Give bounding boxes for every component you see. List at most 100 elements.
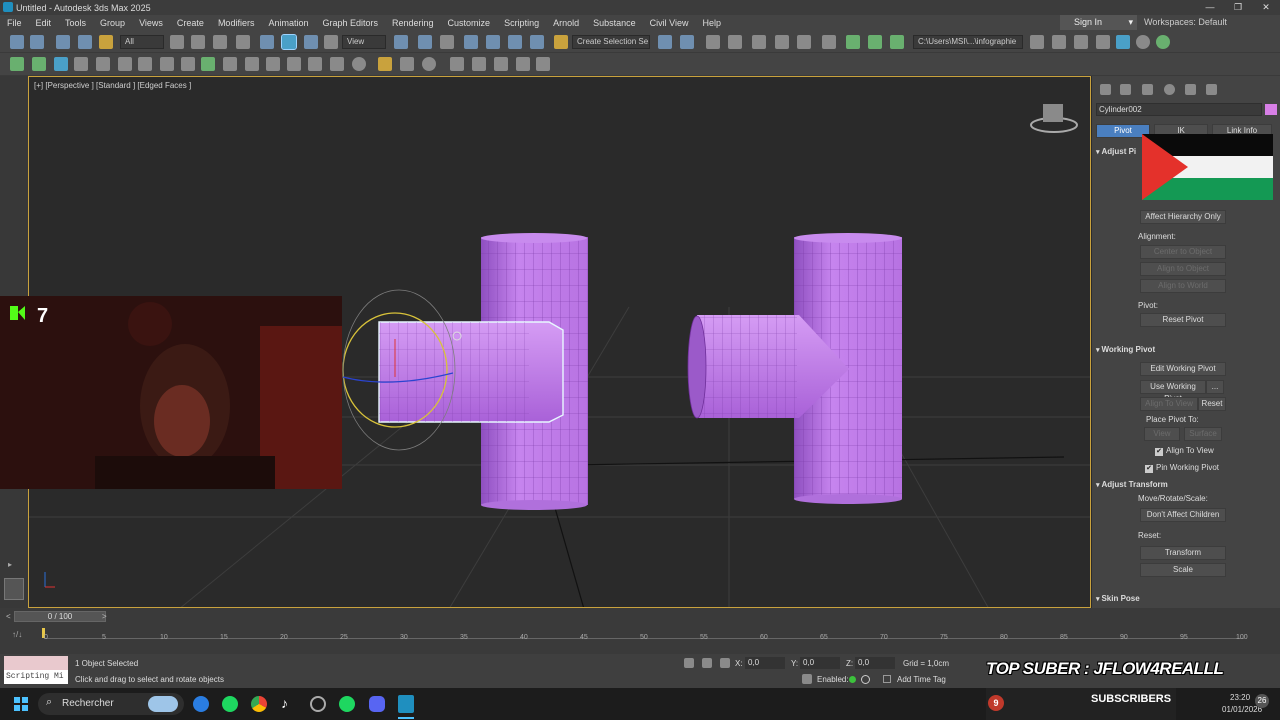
z-coordinate-field[interactable]: 0,0 <box>855 657 895 669</box>
time-slider[interactable]: 0 / 100 <box>14 611 106 622</box>
align-icon[interactable] <box>680 35 694 49</box>
workspaces-dropdown[interactable]: Workspaces: Default <box>1144 15 1227 30</box>
ai-assistant-icon[interactable] <box>1156 35 1170 49</box>
project-folder-dropdown[interactable]: C:\Users\MSI\...\infographie <box>913 35 1023 49</box>
pivot-snap-icon[interactable] <box>450 57 464 71</box>
restore-button[interactable]: ❐ <box>1224 0 1252 15</box>
transform-gizmo-icon[interactable] <box>516 57 530 71</box>
add-time-tag-label[interactable]: Add Time Tag <box>897 675 946 684</box>
display-tab-icon[interactable] <box>1185 84 1196 95</box>
cloth-icon[interactable] <box>378 57 392 71</box>
cone-icon[interactable] <box>96 57 110 71</box>
utilities-tab-icon[interactable] <box>1206 84 1217 95</box>
menu-customize[interactable]: Customize <box>441 18 498 28</box>
menu-group[interactable]: Group <box>93 18 132 28</box>
adaptive-degradation-icon[interactable] <box>802 674 812 684</box>
snaps-toggle-icon[interactable] <box>464 35 478 49</box>
working-pivot-reset-button[interactable]: Reset <box>1198 397 1226 411</box>
sign-in-dropdown[interactable]: Sign In <box>1060 15 1137 30</box>
select-rotate-icon[interactable] <box>281 34 297 50</box>
ribbon-toggle-icon[interactable] <box>752 35 766 49</box>
3ds-max-taskbar-icon[interactable] <box>398 695 414 713</box>
dont-affect-children-button[interactable]: Don't Affect Children <box>1140 508 1226 522</box>
chrome-icon[interactable] <box>251 696 267 712</box>
info-icon[interactable] <box>422 57 436 71</box>
reference-coordinate-dropdown[interactable]: View <box>342 35 386 49</box>
app-icon-circle[interactable] <box>310 696 326 712</box>
discord-icon[interactable] <box>369 696 385 712</box>
select-scale-icon[interactable] <box>304 35 318 49</box>
schematic-view-icon[interactable] <box>797 35 811 49</box>
menu-substance[interactable]: Substance <box>586 18 643 28</box>
spinner-snap-icon[interactable] <box>530 35 544 49</box>
reset-transform-button[interactable]: Transform <box>1140 546 1226 560</box>
doc-icon[interactable] <box>400 57 414 71</box>
select-move-icon[interactable] <box>260 35 274 49</box>
menu-tools[interactable]: Tools <box>58 18 93 28</box>
menu-graph-editors[interactable]: Graph Editors <box>315 18 385 28</box>
sun-icon[interactable] <box>74 57 88 71</box>
menu-animation[interactable]: Animation <box>261 18 315 28</box>
menu-create[interactable]: Create <box>170 18 211 28</box>
save-icon[interactable] <box>1074 35 1088 49</box>
maxscript-listener[interactable] <box>4 656 68 670</box>
percent-snap-icon[interactable] <box>508 35 522 49</box>
link-icon[interactable] <box>56 35 70 49</box>
reset-pivot-button[interactable]: Reset Pivot <box>1140 313 1226 327</box>
key-icon[interactable] <box>160 57 174 71</box>
place-view-button[interactable]: View <box>1144 427 1180 441</box>
viewport-label[interactable]: [+] [Perspective ] [Standard ] [Edged Fa… <box>34 81 191 90</box>
create-tab-icon[interactable] <box>1100 84 1111 95</box>
lock-selection-icon[interactable] <box>702 658 712 668</box>
working-pivot-rollout[interactable]: Working Pivot <box>1096 345 1270 354</box>
tiktok-icon[interactable]: ♪ <box>281 695 288 711</box>
timeline-prev-icon[interactable]: < <box>6 612 11 621</box>
isolate-selection-icon[interactable] <box>684 658 694 668</box>
t-pipe-right[interactable] <box>687 233 902 504</box>
use-working-pivot-more-button[interactable]: ... <box>1206 380 1224 394</box>
menu-help[interactable]: Help <box>695 18 728 28</box>
affect-hierarchy-only-button[interactable]: Affect Hierarchy Only <box>1140 210 1226 224</box>
project-icon[interactable] <box>1030 35 1044 49</box>
select-by-name-icon[interactable] <box>191 35 205 49</box>
layer-explorer-icon[interactable] <box>728 35 742 49</box>
axis-constraint-icon[interactable] <box>494 57 508 71</box>
align-to-view-button[interactable]: Align To View <box>1140 397 1198 411</box>
menu-file[interactable]: File <box>0 18 29 28</box>
paint-icon[interactable] <box>223 57 237 71</box>
motion-tab-icon[interactable] <box>1164 84 1175 95</box>
expand-arrow-icon[interactable]: ▸ <box>8 560 12 569</box>
spotify-icon-2[interactable] <box>339 696 355 712</box>
unlink-icon[interactable] <box>78 35 92 49</box>
map-icon[interactable] <box>201 57 215 71</box>
menu-scripting[interactable]: Scripting <box>497 18 546 28</box>
timeline-next-icon[interactable]: > <box>102 612 107 621</box>
align-to-view-checkbox[interactable]: Align To View <box>1155 446 1214 456</box>
spotify-icon[interactable] <box>222 696 238 712</box>
scripting-mini-input[interactable]: Scripting Mi <box>4 670 68 684</box>
menu-modifiers[interactable]: Modifiers <box>211 18 262 28</box>
undo-icon[interactable] <box>10 35 24 49</box>
object-color-swatch[interactable] <box>1265 104 1277 115</box>
absolute-mode-icon[interactable] <box>720 658 730 668</box>
taskbar-search[interactable]: ⌕ Rechercher <box>38 693 184 715</box>
time-tag-toggle-icon[interactable] <box>861 675 870 684</box>
selection-region-icon[interactable] <box>213 35 227 49</box>
rendered-frame-icon[interactable] <box>868 35 882 49</box>
windows-start-icon[interactable] <box>14 697 28 711</box>
redo-icon[interactable] <box>30 35 44 49</box>
list-icon[interactable] <box>138 57 152 71</box>
hierarchy-tab-icon[interactable] <box>1142 84 1153 95</box>
close-button[interactable]: ✕ <box>1252 0 1280 15</box>
adjust-transform-rollout[interactable]: Adjust Transform <box>1096 480 1270 489</box>
eye-icon[interactable] <box>330 57 344 71</box>
edit-working-pivot-button[interactable]: Edit Working Pivot <box>1140 362 1226 376</box>
viewcube[interactable] <box>1030 104 1078 133</box>
frame-icon[interactable] <box>287 57 301 71</box>
viewport-layout-icon[interactable] <box>1116 35 1130 49</box>
edge-icon[interactable] <box>193 696 209 712</box>
reset-scale-button[interactable]: Scale <box>1140 563 1226 577</box>
enabled-indicator-icon[interactable] <box>849 676 856 683</box>
edit-named-selection-icon[interactable] <box>554 35 568 49</box>
menu-views[interactable]: Views <box>132 18 170 28</box>
